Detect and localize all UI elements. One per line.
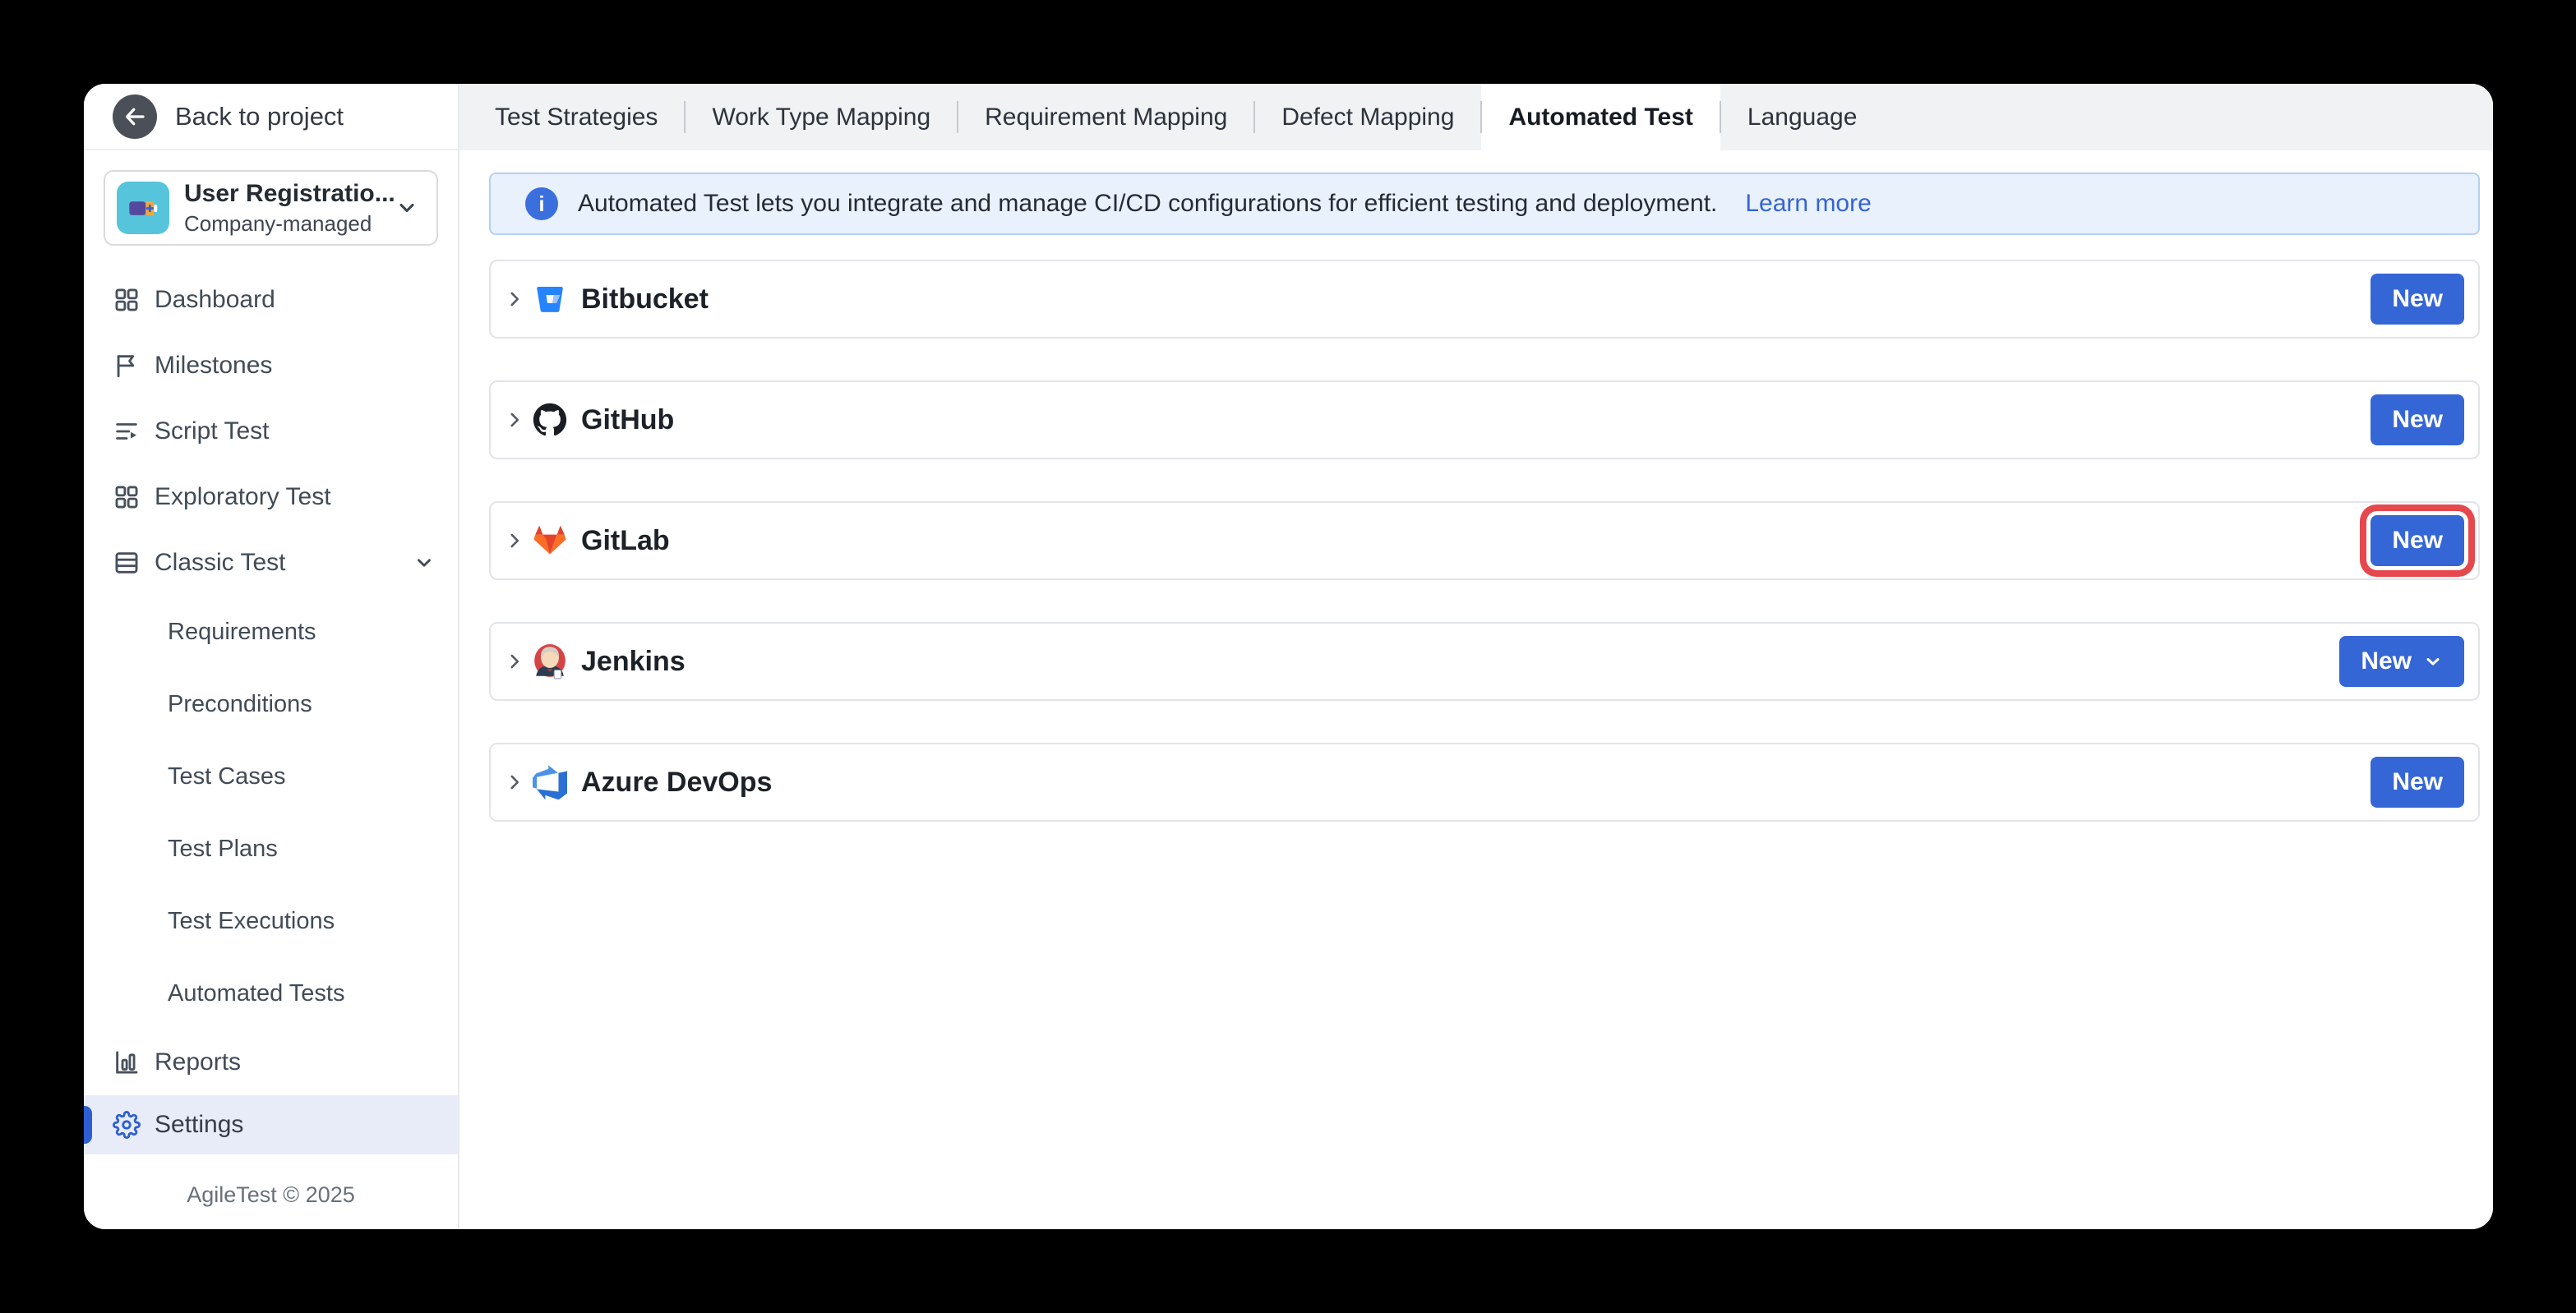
- tab-content: i Automated Test lets you integrate and …: [459, 150, 2493, 1229]
- new-button[interactable]: New: [2371, 757, 2464, 808]
- sidebar-item-classic-test[interactable]: Classic Test: [84, 530, 458, 596]
- integration-row-azure-devops: Azure DevOps New: [489, 743, 2480, 822]
- tab-work-type-mapping[interactable]: Work Type Mapping: [685, 84, 958, 150]
- new-dropdown-button[interactable]: New: [2339, 636, 2464, 687]
- sidebar-item-label: Settings: [155, 1111, 243, 1139]
- sidebar-item-label: Classic Test: [155, 549, 286, 577]
- gitlab-logo: [532, 523, 568, 559]
- banner-text: Automated Test lets you integrate and ma…: [578, 190, 1717, 218]
- tab-defect-mapping[interactable]: Defect Mapping: [1254, 84, 1481, 150]
- integration-row-github: GitHub New: [489, 380, 2480, 459]
- sidebar-item-label: Dashboard: [155, 286, 275, 314]
- sidebar: Back to project User Registratio... Comp…: [84, 84, 459, 1229]
- sidebar-item-requirements[interactable]: Requirements: [84, 596, 458, 668]
- sidebar-item-label: Script Test: [155, 417, 270, 445]
- integration-name: GitHub: [581, 404, 674, 436]
- chevron-down-icon: [395, 196, 418, 219]
- integration-row-jenkins: Jenkins New: [489, 622, 2480, 701]
- integration-name: Bitbucket: [581, 283, 709, 316]
- project-avatar: [117, 182, 169, 234]
- tab-test-strategies[interactable]: Test Strategies: [468, 84, 685, 150]
- chevron-right-icon[interactable]: [504, 288, 525, 310]
- jenkins-logo: [532, 643, 568, 680]
- sidebar-item-label: Reports: [155, 1048, 241, 1076]
- main-area: Test Strategies Work Type Mapping Requir…: [459, 84, 2493, 1229]
- integration-row-bitbucket: Bitbucket New: [489, 260, 2480, 339]
- integration-name: Jenkins: [581, 646, 686, 678]
- gear-icon: [113, 1111, 141, 1139]
- integration-name: Azure DevOps: [581, 767, 772, 799]
- bar-chart-icon: [113, 1048, 141, 1076]
- app-window: Back to project User Registratio... Comp…: [84, 84, 2493, 1229]
- flag-icon: [113, 352, 141, 380]
- chevron-right-icon[interactable]: [504, 651, 525, 672]
- sidebar-item-label: Milestones: [155, 352, 272, 380]
- new-button[interactable]: New: [2371, 274, 2464, 325]
- sidebar-item-dashboard[interactable]: Dashboard: [84, 267, 458, 333]
- sidebar-subitem-label: Automated Tests: [168, 980, 344, 1007]
- azure-devops-logo: [532, 764, 568, 800]
- script-run-icon: [113, 417, 141, 445]
- project-selector[interactable]: User Registratio... Company-managed: [104, 170, 438, 246]
- sidebar-subitem-label: Preconditions: [168, 691, 312, 718]
- integration-list: Bitbucket New GitHub: [489, 260, 2480, 822]
- chevron-down-icon: [413, 552, 435, 574]
- sidebar-item-exploratory-test[interactable]: Exploratory Test: [84, 464, 458, 530]
- sidebar-item-script-test[interactable]: Script Test: [84, 399, 458, 464]
- back-to-project[interactable]: Back to project: [84, 84, 458, 150]
- tab-language[interactable]: Language: [1720, 84, 1884, 150]
- table-rows-icon: [113, 549, 141, 577]
- sidebar-item-reports[interactable]: Reports: [84, 1030, 458, 1095]
- sidebar-subitem-label: Test Plans: [168, 836, 278, 863]
- bitbucket-logo: [532, 281, 568, 317]
- sidebar-item-preconditions[interactable]: Preconditions: [84, 668, 458, 740]
- sidebar-item-milestones[interactable]: Milestones: [84, 333, 458, 399]
- grid-icon: [113, 483, 141, 511]
- back-label: Back to project: [175, 102, 344, 131]
- sidebar-nav: Dashboard Milestones Script Test: [84, 267, 458, 1154]
- new-button[interactable]: New: [2371, 394, 2464, 445]
- sidebar-subitem-label: Requirements: [168, 619, 316, 646]
- project-name: User Registratio...: [184, 180, 395, 208]
- github-logo: [532, 402, 568, 438]
- active-indicator: [84, 1106, 92, 1144]
- tab-requirement-mapping[interactable]: Requirement Mapping: [958, 84, 1254, 150]
- sidebar-item-settings[interactable]: Settings: [84, 1095, 458, 1154]
- sidebar-subitem-label: Test Cases: [168, 763, 285, 790]
- sidebar-item-automated-tests[interactable]: Automated Tests: [84, 957, 458, 1030]
- info-banner: i Automated Test lets you integrate and …: [489, 173, 2480, 235]
- battery-icon: [127, 191, 159, 224]
- sidebar-item-test-plans[interactable]: Test Plans: [84, 813, 458, 885]
- info-icon: i: [525, 187, 558, 220]
- tab-automated-test[interactable]: Automated Test: [1481, 84, 1720, 150]
- new-button-highlighted[interactable]: New: [2371, 515, 2464, 566]
- chevron-down-icon: [2423, 652, 2443, 671]
- chevron-right-icon[interactable]: [504, 772, 525, 793]
- dashboard-icon: [113, 286, 141, 314]
- tab-bar: Test Strategies Work Type Mapping Requir…: [459, 84, 2493, 150]
- sidebar-item-label: Exploratory Test: [155, 483, 331, 511]
- project-type: Company-managed: [184, 211, 395, 237]
- chevron-right-icon[interactable]: [504, 409, 525, 431]
- back-arrow-icon[interactable]: [113, 94, 157, 139]
- sidebar-subitem-label: Test Executions: [168, 908, 335, 935]
- learn-more-link[interactable]: Learn more: [1745, 190, 1871, 218]
- app-footer: AgileTest © 2025: [84, 1182, 458, 1208]
- sidebar-item-test-cases[interactable]: Test Cases: [84, 740, 458, 813]
- integration-name: GitLab: [581, 525, 670, 557]
- chevron-right-icon[interactable]: [504, 530, 525, 551]
- sidebar-item-test-executions[interactable]: Test Executions: [84, 885, 458, 957]
- integration-row-gitlab: GitLab New: [489, 501, 2480, 580]
